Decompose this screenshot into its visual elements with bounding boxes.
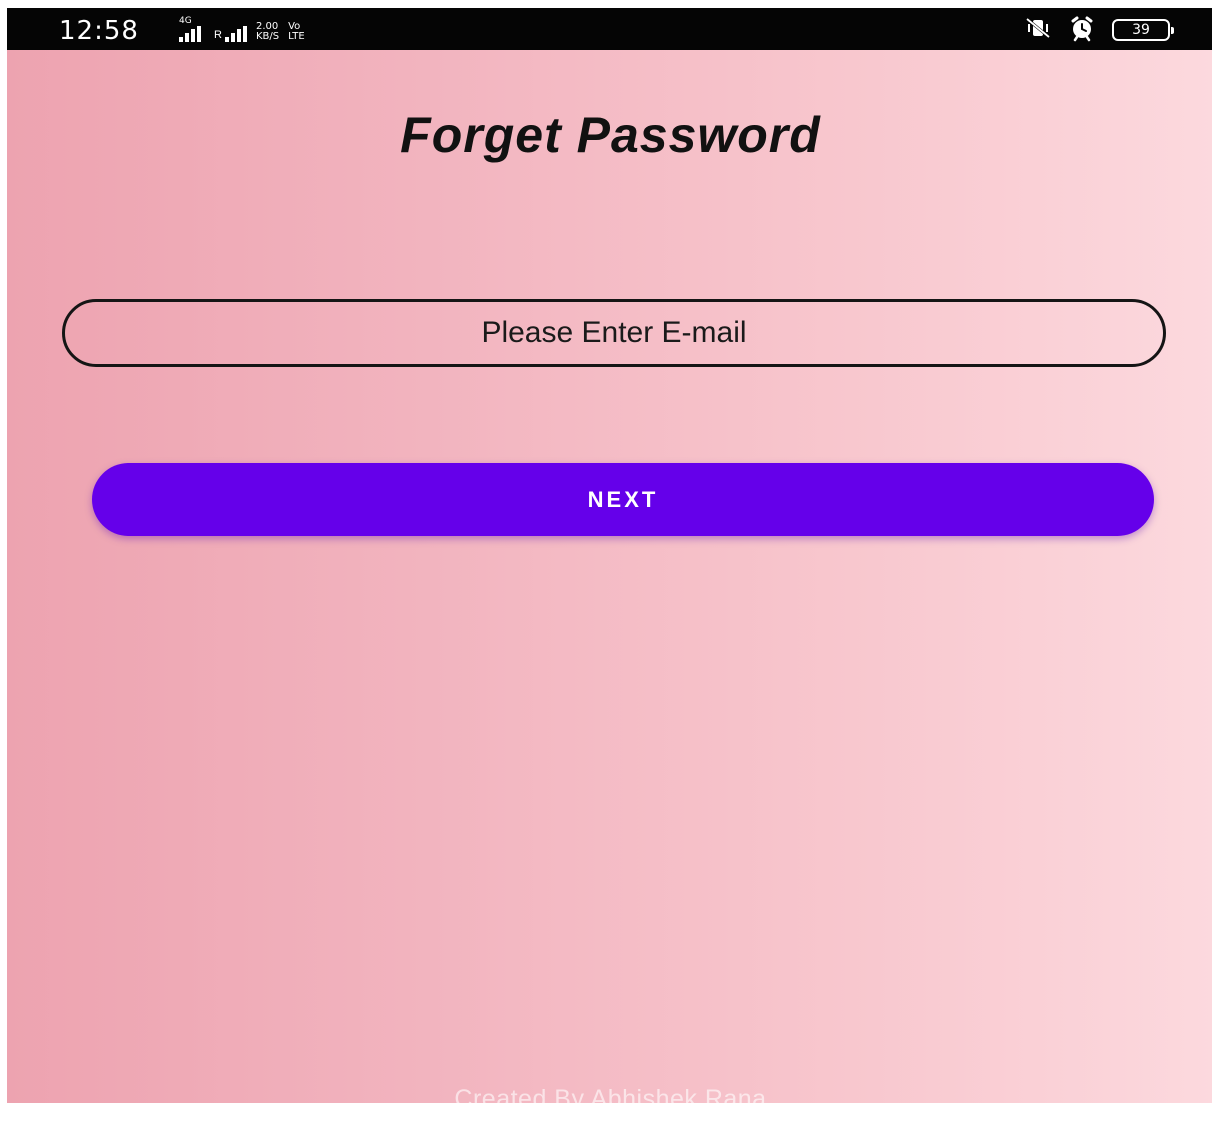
network-speed: 2.00 KB/S [256,22,279,42]
footer-credit: Created By Abhishek Rana [454,1085,767,1103]
alarm-icon [1068,14,1096,47]
system-icons: 39 [1024,14,1174,47]
sim-two-signal: R [214,20,247,42]
battery-level: 39 [1132,22,1150,38]
status-time: 12:58 [59,16,139,46]
next-button[interactable]: NEXT [92,463,1154,536]
sim-one-signal: 4G [179,16,201,42]
vibrate-icon [1024,16,1052,45]
volte-indicator: Vo LTE [288,22,305,42]
volte-bottom-label: LTE [288,31,305,42]
email-field-container[interactable] [62,299,1166,367]
roaming-label: R [214,29,222,41]
page-title: Forget Password [400,107,821,163]
battery-icon: 39 [1112,19,1174,41]
forget-password-screen: 12:58 4G R 2.00 KB/S Vo LTE 39 Forget Pa… [7,8,1212,1103]
signal-icon [179,26,201,42]
signal-icon [224,26,247,42]
email-input[interactable] [65,301,1163,365]
network-type-label: 4G [179,16,192,26]
network-speed-unit: KB/S [255,31,280,42]
status-bar: 12:58 4G R 2.00 KB/S Vo LTE 39 [7,8,1212,50]
network-indicators: 4G R 2.00 KB/S Vo LTE [179,16,305,42]
